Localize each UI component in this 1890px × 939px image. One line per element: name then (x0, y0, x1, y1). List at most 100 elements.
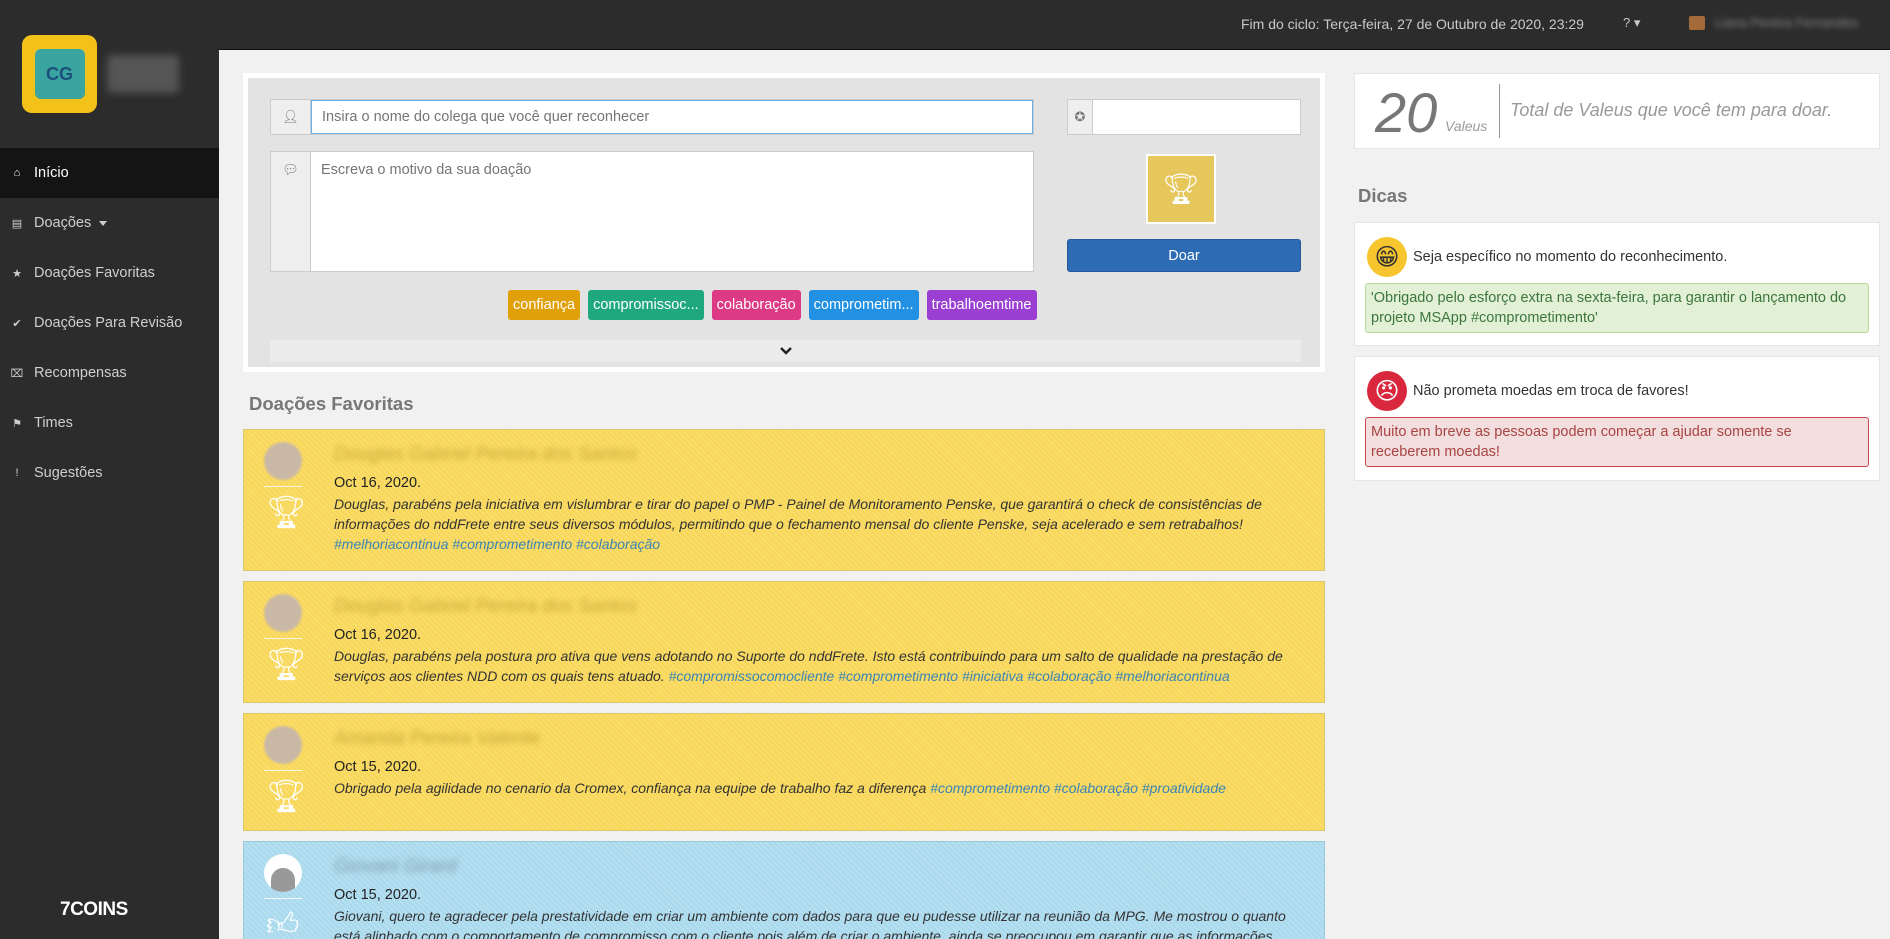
amount-input[interactable] (1093, 100, 1300, 134)
divider (264, 898, 302, 899)
avatar (264, 854, 302, 892)
home-icon: ⌂ (13, 167, 21, 179)
tip-example-good: 'Obrigado pelo esforço extra na sexta-fe… (1365, 283, 1869, 333)
favorites-title: Doações Favoritas (249, 393, 414, 414)
gift-icon: ⌧ (10, 367, 24, 380)
donor-name[interactable]: Giovani Girard (334, 856, 457, 878)
balance-amount: 20 (1375, 81, 1438, 144)
user-name: Liana Pereira Fernandes (1715, 15, 1859, 30)
topbar: Fim do ciclo: Terça-feira, 27 de Outubro… (219, 0, 1890, 50)
sidebar-item-label: Sugestões (34, 465, 103, 481)
trophy-icon: 🏆︎ (266, 778, 307, 814)
sidebar-item-recompensas[interactable]: ⌧ Recompensas (0, 348, 219, 398)
feed-item[interactable]: 👍︎ Giovani Girard Oct 15, 2020. Giovani,… (243, 841, 1325, 939)
user-icon: 👤︎ (271, 100, 311, 134)
sidebar-item-doacoes-favoritas[interactable]: ★ Doações Favoritas (0, 248, 219, 298)
message-text: Obrigado pela agilidade no cenario da Cr… (334, 780, 927, 796)
logo-area[interactable]: CG (0, 0, 219, 148)
donor-name[interactable]: Douglas Gabriel Pereira dos Santos (334, 596, 637, 618)
donation-text: Douglas, parabéns pela iniciativa em vis… (334, 494, 1299, 554)
chevron-down-icon (779, 347, 792, 355)
app-logo: CG (22, 35, 97, 113)
tip-heading: 😁 Seja específico no momento do reconhec… (1367, 237, 1727, 277)
tip-heading-text: Seja específico no momento do reconhecim… (1413, 249, 1728, 265)
feed-item[interactable]: 🏆︎ Douglas Gabriel Pereira dos Santos Oc… (243, 429, 1325, 571)
tips-title: Dicas (1358, 185, 1408, 206)
donation-date: Oct 15, 2020. (334, 887, 422, 903)
trophy-icon: 🏆︎ (266, 494, 307, 530)
divider (1499, 84, 1500, 138)
recipient-input[interactable] (311, 100, 1033, 134)
user-avatar (1689, 15, 1705, 30)
hashtag-list: confiança compromissoc... colaboração co… (508, 290, 1037, 320)
thumbs-up-icon: 👍︎ (266, 906, 300, 939)
tip-card: 😠 Não prometa moedas em troca de favores… (1354, 356, 1880, 481)
tip-example-bad: Muito em breve as pessoas podem começar … (1365, 417, 1869, 467)
angry-face-icon: 😠 (1367, 371, 1407, 411)
donation-date: Oct 16, 2020. (334, 475, 422, 491)
feed-item[interactable]: 🏆︎ Douglas Gabriel Pereira dos Santos Oc… (243, 581, 1325, 703)
message-text: Douglas, parabéns pela iniciativa em vis… (334, 496, 1262, 532)
sidebar-item-label: Doações Para Revisão (34, 315, 183, 331)
sidebar-item-label: Início (34, 165, 69, 181)
balance-description: Total de Valeus que você tem para doar. (1510, 100, 1833, 120)
sidebar-item-label: Times (34, 415, 73, 431)
tag-confianca[interactable]: confiança (508, 290, 581, 320)
recipient-input-group: 👤︎ (270, 99, 1034, 135)
hashtags[interactable]: #comprometimento #colaboração #proativid… (930, 780, 1226, 796)
donor-name[interactable]: Amanda Pereira Valente (334, 728, 540, 750)
hashtags[interactable]: #compromissocomocliente #comprometimento… (669, 668, 1230, 684)
balance-unit: Valeus (1445, 118, 1488, 134)
doar-button[interactable]: Doar (1067, 239, 1301, 272)
avatar (264, 442, 302, 480)
donation-form: 👤︎ 💬︎ ✪ 🏆︎ Doar confiança compromissoc..… (243, 73, 1325, 372)
amount-input-group: ✪ (1067, 99, 1301, 135)
logo-text: CG (34, 49, 85, 99)
user-silhouette-icon (271, 868, 295, 892)
tag-comprometimento[interactable]: comprometim... (808, 290, 919, 320)
sidebar-item-label: Doações Favoritas (34, 265, 155, 281)
grinning-face-icon: 😁 (1367, 237, 1407, 277)
sidebar-item-label: Recompensas (34, 365, 127, 381)
avatar (264, 594, 302, 632)
divider (264, 486, 302, 487)
expand-toggle[interactable] (270, 340, 1301, 362)
donor-name[interactable]: Douglas Gabriel Pereira dos Santos (334, 444, 637, 466)
sidebar-item-times[interactable]: ⚑ Times (0, 398, 219, 448)
footer-brand-logo: 7COINS (60, 899, 128, 920)
sidebar: CG ⌂ Início ▤ Doações ★ Doações Favoritas ✔… (0, 0, 219, 939)
sidebar-item-inicio[interactable]: ⌂ Início (0, 148, 219, 198)
sidebar-nav: ⌂ Início ▤ Doações ★ Doações Favoritas ✔ Doa… (0, 148, 219, 498)
donation-text: Douglas, parabéns pela postura pro ativa… (334, 646, 1299, 686)
avatar (264, 726, 302, 764)
sidebar-item-doacoes-revisao[interactable]: ✔ Doações Para Revisão (0, 298, 219, 348)
tag-trabalhoemtime[interactable]: trabalhoemtime (926, 290, 1037, 320)
divider (264, 770, 302, 771)
star-icon: ★ (12, 267, 22, 280)
tip-heading-text: Não prometa moedas em troca de favores! (1413, 383, 1689, 399)
donation-date: Oct 15, 2020. (334, 759, 422, 775)
sidebar-item-doacoes[interactable]: ▤ Doações (0, 198, 219, 248)
feed-item[interactable]: 🏆︎ Amanda Pereira Valente Oct 15, 2020. … (243, 713, 1325, 831)
help-menu-button[interactable]: ? ▾ (1623, 15, 1640, 31)
balance-card: 20 Valeus Total de Valeus que você tem p… (1354, 73, 1880, 149)
tag-compromisso[interactable]: compromissoc... (588, 290, 704, 320)
sidebar-item-label: Doações (34, 215, 92, 231)
donation-text: Giovani, quero te agradecer pela prestat… (334, 906, 1299, 939)
coin-icon: ✪ (1068, 100, 1093, 134)
sidebar-item-sugestoes[interactable]: ! Sugestões (0, 448, 219, 498)
tag-colaboracao[interactable]: colaboração (711, 290, 801, 320)
donation-date: Oct 16, 2020. (334, 627, 422, 643)
user-menu[interactable]: Liana Pereira Fernandes (1689, 15, 1858, 30)
flag-icon: ⚑ (12, 417, 22, 430)
trophy-icon: 🏆︎ (266, 646, 307, 682)
tip-card: 😁 Seja específico no momento do reconhec… (1354, 222, 1880, 346)
exclamation-icon: ! (15, 467, 19, 479)
donation-text: Obrigado pela agilidade no cenario da Cr… (334, 778, 1299, 798)
caret-down-icon (99, 220, 108, 226)
hashtags[interactable]: #melhoriacontinua #comprometimento #cola… (334, 536, 660, 552)
trophy-icon[interactable]: 🏆︎ (1146, 154, 1216, 224)
reason-input-group: 💬︎ (270, 151, 1034, 272)
reason-textarea[interactable] (311, 152, 1033, 271)
tip-heading: 😠 Não prometa moedas em troca de favores… (1367, 371, 1689, 411)
